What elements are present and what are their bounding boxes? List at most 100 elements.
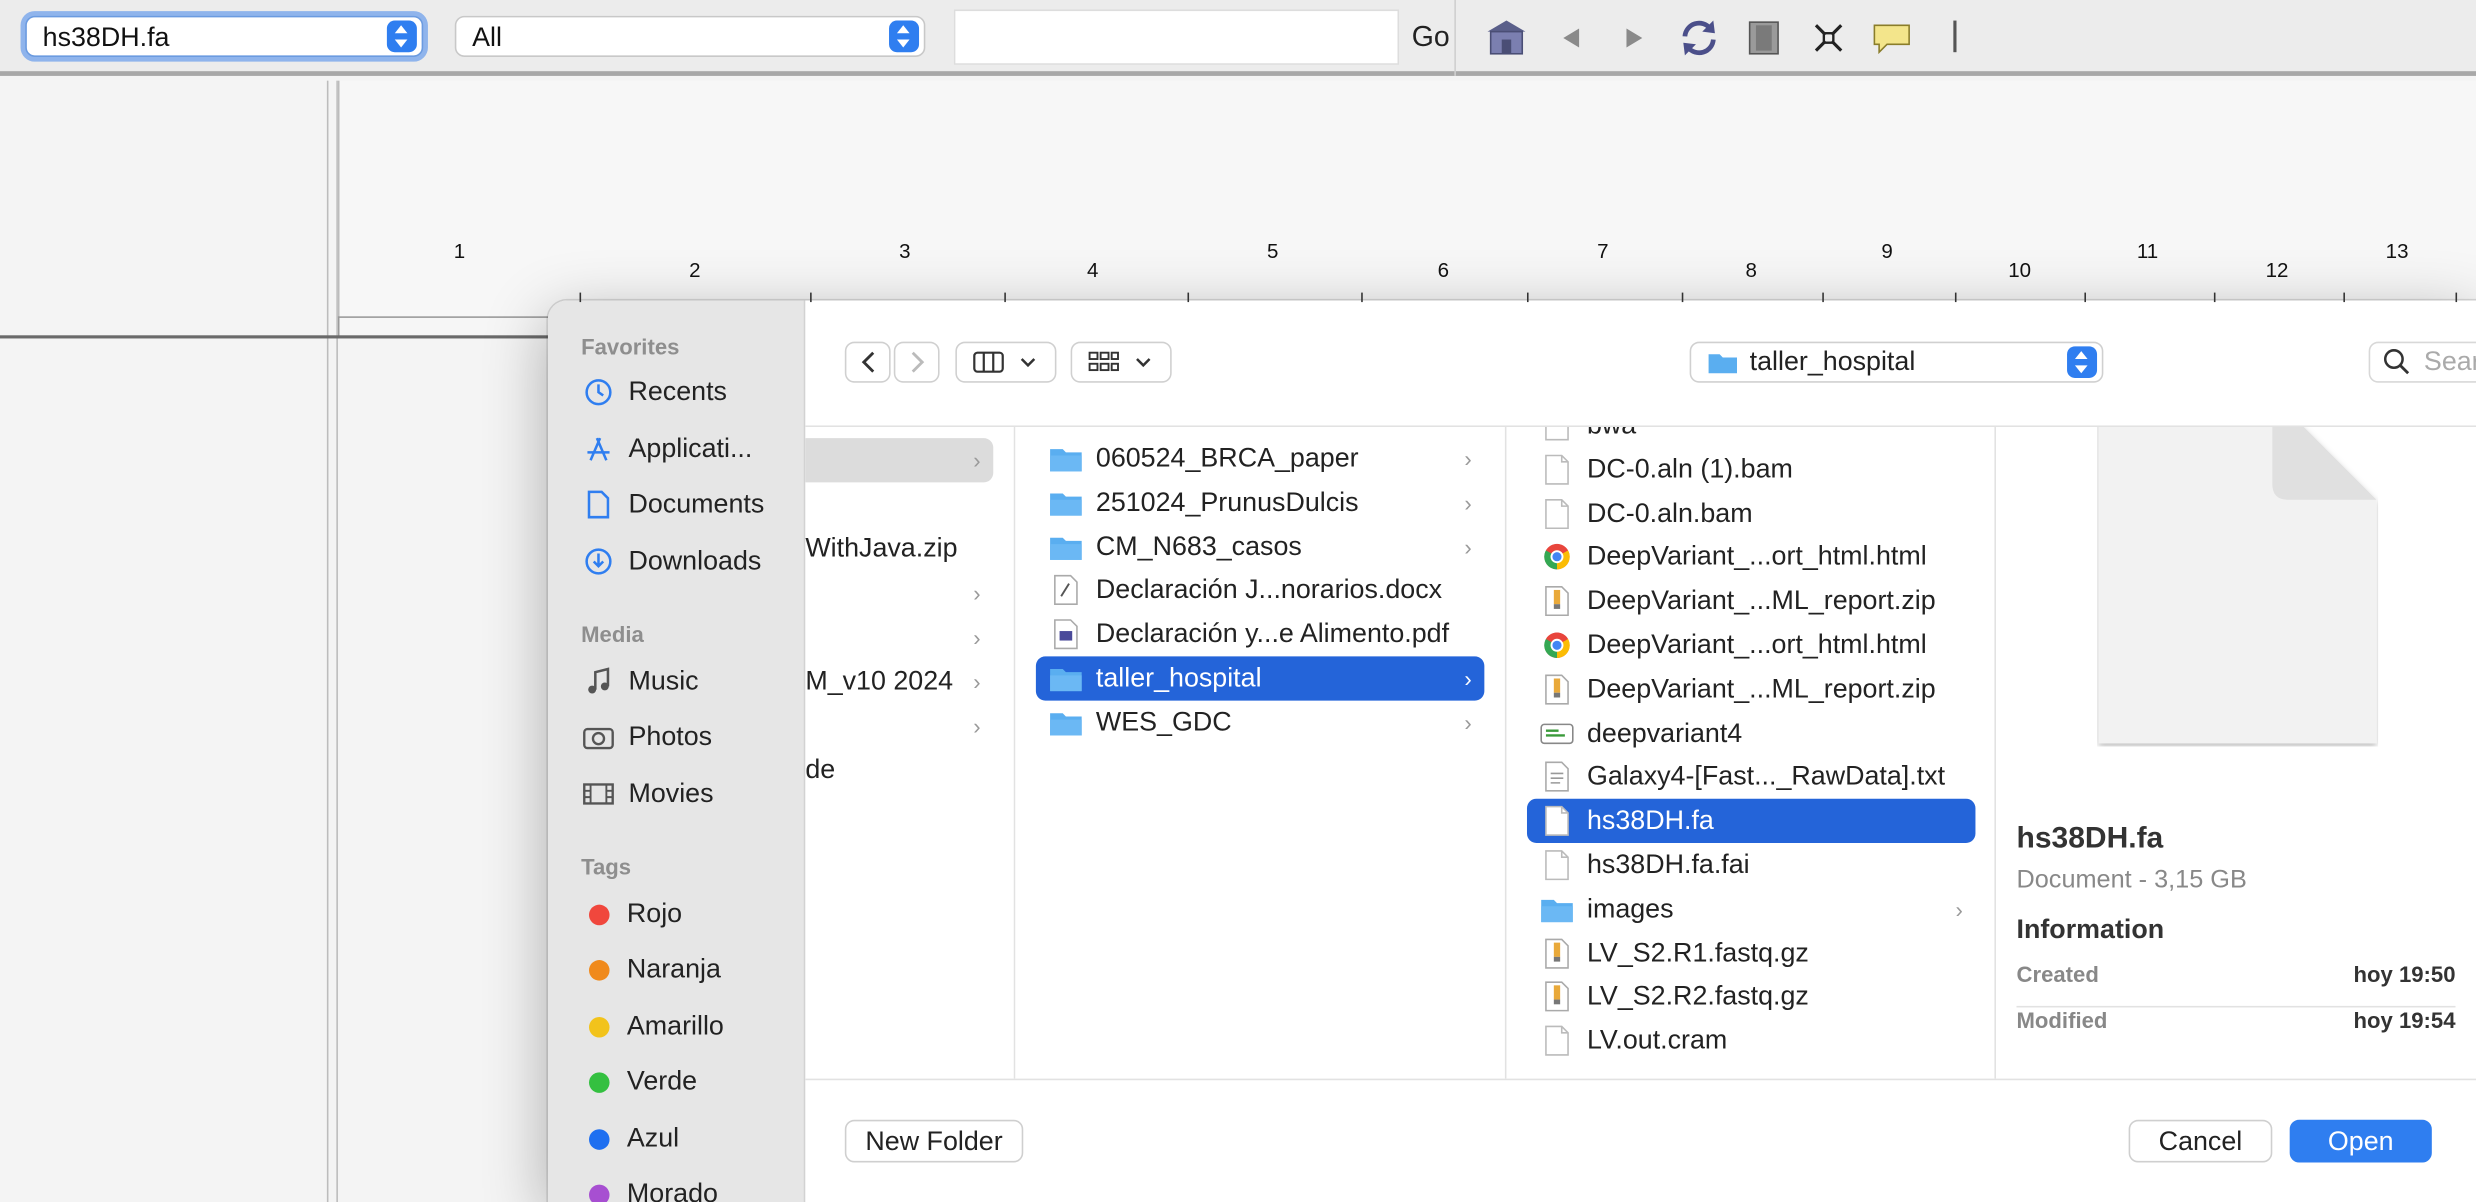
list-item[interactable]: WES_GDC ›: [1036, 700, 1484, 744]
chevron-right-icon: ›: [1464, 665, 1472, 692]
chrome-html-icon: [1540, 628, 1575, 663]
browser-column-3: bwa DC-0.aln (1).bam DC-0.aln.bam DeepVaria…: [1506, 427, 1996, 1079]
refresh-icon[interactable]: [1677, 16, 1721, 60]
list-item-label: images: [1586, 893, 1674, 924]
chevron-right-icon: ›: [1464, 489, 1472, 516]
chromosome-dropdown[interactable]: All: [454, 15, 926, 57]
ruler-label: 1: [453, 238, 466, 263]
go-button[interactable]: Go: [1412, 21, 1450, 54]
list-item-selected[interactable]: taller_hospital ›: [1035, 656, 1485, 701]
sidebar-tag-morado[interactable]: Morado: [583, 1172, 718, 1202]
file-icon: [1540, 496, 1575, 531]
preview-pane: hs38DH.fa Document - 3,15 GB Information…: [1995, 427, 2476, 1079]
folder-icon: [1049, 441, 1084, 476]
file-icon: [1540, 848, 1575, 883]
sidebar-item-label: Verde: [626, 1065, 698, 1097]
list-item[interactable]: hs38DH.fa.fai: [1527, 843, 1975, 887]
list-item[interactable]: ›: [805, 615, 993, 659]
popup-text-behavior-icon[interactable]: [1870, 16, 1914, 60]
name-panel: [0, 80, 329, 1202]
locus-input[interactable]: [953, 9, 1400, 65]
column-view-button[interactable]: [955, 341, 1057, 383]
list-item[interactable]: ›: [805, 704, 993, 748]
list-item[interactable]: WithJava.zip: [805, 527, 993, 571]
sidebar-item-movies[interactable]: Movies: [583, 772, 714, 816]
sidebar-item-recents[interactable]: Recents: [583, 370, 727, 414]
list-item[interactable]: DeepVariant_...ort_html.html: [1527, 623, 1975, 667]
list-item[interactable]: bwa: [1527, 427, 1975, 448]
sidebar-item-label: Movies: [628, 778, 714, 809]
forward-button[interactable]: [893, 341, 940, 383]
location-popup[interactable]: taller_hospital: [1689, 341, 2104, 383]
ruler-tick: [1526, 292, 1529, 303]
ruler-label: 12: [2265, 257, 2289, 282]
list-item-selected-path[interactable]: ›: [805, 438, 994, 483]
chevron-right-icon: ›: [1464, 533, 1472, 560]
file-icon: [1540, 1024, 1575, 1059]
archive-icon: [1540, 672, 1575, 707]
group-view-button[interactable]: [1070, 341, 1172, 383]
sidebar-tag-amarillo[interactable]: Amarillo: [583, 1004, 724, 1048]
sidebar-item-documents[interactable]: Documents: [583, 482, 765, 526]
list-item[interactable]: LV_S2.R2.fastq.gz: [1527, 975, 1975, 1019]
list-item[interactable]: LV.out.cram: [1527, 1019, 1975, 1063]
list-item[interactable]: 251024_PrunusDulcis ›: [1036, 480, 1484, 524]
sidebar-tag-verde[interactable]: Verde: [583, 1060, 697, 1104]
list-item-label: bwa: [1587, 427, 1636, 441]
sidebar-item-label: Applicati...: [628, 433, 753, 464]
list-item[interactable]: DC-0.aln (1).bam: [1527, 447, 1975, 491]
list-item-label: DC-0.aln (1).bam: [1586, 453, 1793, 484]
info-value: hoy 19:50: [2353, 961, 2456, 987]
list-item[interactable]: CM_N683_casos ›: [1036, 524, 1484, 568]
chevron-right-icon: ›: [973, 447, 981, 473]
back-button[interactable]: [844, 341, 891, 383]
forward-arrow-icon[interactable]: [1612, 16, 1656, 60]
sidebar-item-label: Amarillo: [626, 1010, 724, 1041]
sidebar-tag-rojo[interactable]: Rojo: [583, 892, 682, 936]
sidebar-item-music[interactable]: Music: [583, 660, 699, 704]
list-item[interactable]: ›: [805, 571, 993, 615]
open-button[interactable]: Open: [2289, 1119, 2432, 1163]
sidebar-item-label: Downloads: [628, 545, 762, 576]
new-folder-button[interactable]: New Folder: [844, 1119, 1024, 1163]
list-item[interactable]: Declaración y...e Alimento.pdf: [1036, 612, 1484, 656]
sidebar-item-applications[interactable]: Applicati...: [583, 427, 753, 471]
sidebar-tag-azul[interactable]: Azul: [583, 1117, 679, 1161]
list-item[interactable]: DeepVariant_...ML_report.zip: [1527, 579, 1975, 623]
file-icon: [1540, 804, 1575, 839]
columns-icon: [973, 351, 1004, 373]
list-item-selected[interactable]: hs38DH.fa: [1526, 799, 1976, 844]
ruler-label: 8: [1745, 257, 1757, 282]
location-popup-value: taller_hospital: [1749, 346, 1916, 377]
list-item[interactable]: images ›: [1527, 887, 1975, 931]
list-item[interactable]: deepvariant4: [1527, 711, 1975, 755]
folder-icon: [1540, 892, 1575, 927]
region-of-interest-icon[interactable]: [1742, 16, 1786, 60]
search-field[interactable]: Search: [2368, 341, 2476, 383]
list-item[interactable]: de: [805, 748, 993, 792]
dropdown-stepper-icon: [889, 20, 920, 53]
list-item[interactable]: M_v10 2024 ›: [805, 660, 993, 704]
sidebar-tag-naranja[interactable]: Naranja: [583, 947, 721, 991]
list-item[interactable]: Galaxy4-[Fast..._RawData].txt: [1527, 755, 1975, 799]
ruler-label: 4: [1087, 257, 1099, 282]
sidebar-item-downloads[interactable]: Downloads: [583, 539, 762, 583]
list-item[interactable]: DC-0.aln.bam: [1527, 491, 1975, 535]
sidebar-item-label: Documents: [628, 488, 765, 519]
tag-dot-icon: [589, 1016, 610, 1037]
toolbar-divider: [1454, 0, 1456, 76]
list-item[interactable]: Declaración J...norarios.docx: [1036, 568, 1484, 612]
list-item[interactable]: LV_S2.R1.fastq.gz: [1527, 931, 1975, 975]
home-icon[interactable]: [1484, 16, 1528, 60]
list-item[interactable]: DeepVariant_...ML_report.zip: [1527, 667, 1975, 711]
sidebar-item-photos[interactable]: Photos: [583, 715, 712, 759]
list-item[interactable]: 060524_BRCA_paper ›: [1036, 437, 1484, 481]
sidebar-item-label: Photos: [628, 721, 713, 752]
folder-icon: [1708, 354, 1738, 374]
genome-dropdown[interactable]: hs38DH.fa: [25, 15, 424, 57]
resize-to-window-icon[interactable]: [1806, 16, 1850, 60]
cancel-button[interactable]: Cancel: [2128, 1119, 2273, 1163]
back-arrow-icon[interactable]: [1549, 16, 1593, 60]
list-item[interactable]: DeepVariant_...ort_html.html: [1527, 535, 1975, 579]
dropdown-stepper-icon: [386, 20, 417, 53]
